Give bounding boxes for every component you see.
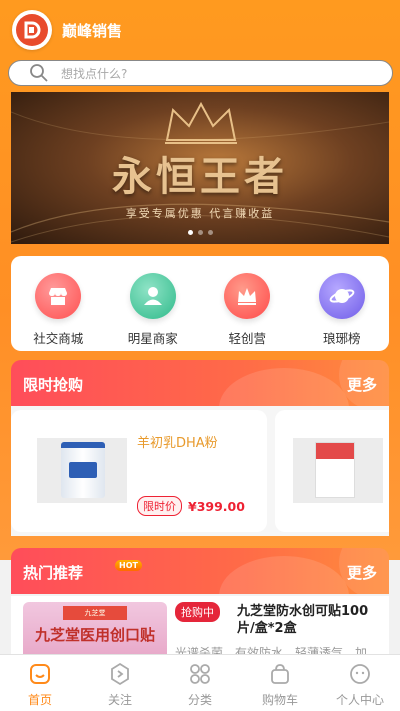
- search-bar[interactable]: 想找点什么?: [8, 60, 393, 86]
- follow-icon: [111, 662, 129, 686]
- category-label: 琅琊榜: [322, 331, 361, 346]
- tab-label: 分类: [187, 693, 212, 707]
- category-label: 明星商家: [127, 331, 178, 346]
- tab-follow[interactable]: 关注: [80, 655, 160, 711]
- hot-badge: HOT: [115, 560, 142, 571]
- category-ranking[interactable]: 琅琊榜: [302, 273, 382, 347]
- app-title: 巅峰销售: [62, 21, 123, 40]
- hot-recommend-title: 热门推荐: [23, 564, 84, 582]
- price-value: ¥399.00: [188, 498, 245, 514]
- banner-subtitle: 享受专属优惠 代言赚收益: [125, 207, 275, 220]
- flash-sale-more-button[interactable]: 更多: [347, 374, 377, 395]
- tab-category[interactable]: 分类: [160, 655, 240, 711]
- product-image: 九芝堂 九芝堂医用创口贴: [23, 602, 167, 656]
- cart-icon: [271, 664, 289, 684]
- promo-banner[interactable]: 永恒王者 享受专属优惠 代言赚收益: [11, 92, 389, 244]
- product-image: [37, 438, 127, 503]
- search-icon: [30, 64, 48, 82]
- tab-profile[interactable]: 个人中心: [320, 655, 400, 711]
- flash-tag-label: 抢购中: [181, 606, 214, 619]
- hot-recommend-more-button[interactable]: 更多: [347, 562, 377, 583]
- category-label: 轻创营: [228, 331, 266, 346]
- tab-home[interactable]: 首页: [0, 655, 80, 711]
- category-star-merchant[interactable]: 明星商家: [113, 273, 193, 347]
- flash-sale-title: 限时抢购: [23, 376, 84, 394]
- banner-title: 永恒王者: [112, 153, 288, 200]
- flash-sale-header: 限时抢购 更多: [11, 360, 389, 406]
- banner-pagination: [11, 230, 389, 235]
- crown-icon: [224, 273, 271, 319]
- product-name: 九芝堂防水创可贴100片/盒*2盒: [237, 604, 369, 636]
- planet-icon: [318, 273, 365, 319]
- bottom-tab-bar: 首页 关注 分类 购物车 个人中心: [0, 654, 400, 711]
- tab-label: 关注: [107, 693, 132, 707]
- hot-recommend-item[interactable]: 九芝堂 九芝堂医用创口贴 抢购中 九芝堂防水创可贴100片/盒*2盒 光谱杀菌，…: [11, 596, 389, 656]
- image-brand: 九芝堂: [63, 606, 127, 620]
- category-label: 社交商城: [33, 331, 84, 346]
- product-image: [293, 438, 383, 503]
- tab-label: 首页: [27, 693, 52, 707]
- pagination-dot[interactable]: [197, 230, 203, 235]
- app-logo: [12, 10, 52, 50]
- profile-icon: [350, 664, 370, 684]
- product-price: 限时价 ¥399.00: [137, 496, 245, 516]
- hot-recommend-header: 热门推荐 HOT 更多: [11, 548, 389, 594]
- category-menu: 社交商城 明星商家 轻创营 琅琊榜: [11, 256, 389, 351]
- store-icon: [35, 273, 82, 319]
- app-header: 巅峰销售: [0, 0, 400, 60]
- image-title: 九芝堂医用创口贴: [34, 626, 155, 644]
- merchant-icon: [129, 273, 176, 319]
- pagination-dot[interactable]: [187, 230, 193, 235]
- category-light-venture[interactable]: 轻创营: [207, 273, 287, 347]
- flash-sale-item[interactable]: 羊初乳DHA粉 限时价 ¥399.00: [11, 410, 267, 532]
- tab-label: 购物车: [261, 693, 298, 707]
- search-placeholder: 想找点什么?: [61, 66, 128, 81]
- category-icon: [190, 664, 210, 684]
- flash-sale-item[interactable]: [275, 410, 389, 532]
- price-label: 限时价: [137, 496, 182, 516]
- product-name: 羊初乳DHA粉: [137, 436, 218, 451]
- home-icon: [30, 664, 50, 684]
- tab-label: 个人中心: [335, 693, 384, 707]
- flash-tag: 抢购中: [175, 602, 220, 622]
- category-social-mall[interactable]: 社交商城: [18, 273, 98, 347]
- tab-cart[interactable]: 购物车: [240, 655, 320, 711]
- pagination-dot[interactable]: [207, 230, 213, 235]
- flash-sale-list: 羊初乳DHA粉 限时价 ¥399.00: [11, 406, 389, 536]
